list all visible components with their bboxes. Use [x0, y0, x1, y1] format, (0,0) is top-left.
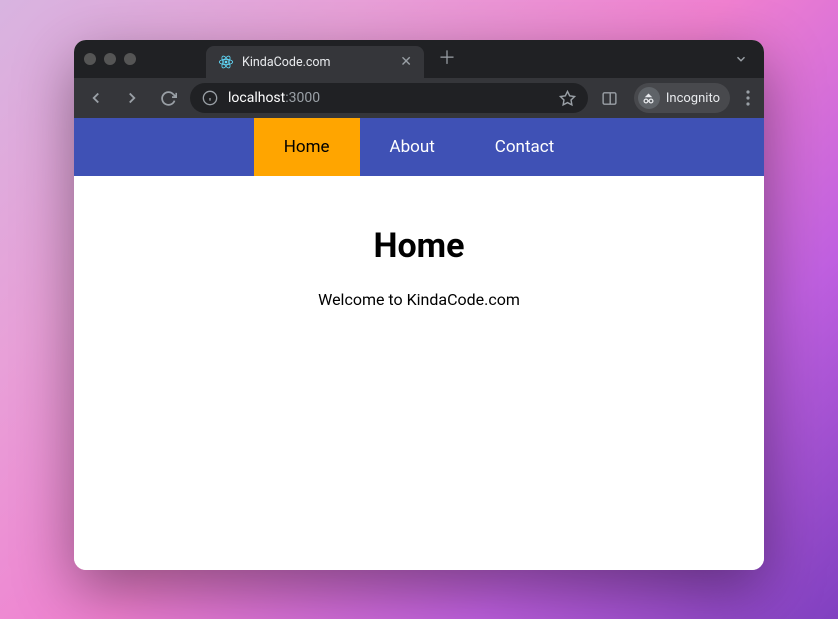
browser-window: KindaCode.com ✕ ＋ localhost:3000: [74, 40, 764, 570]
react-favicon-icon: [218, 54, 234, 70]
nav-item-contact[interactable]: Contact: [465, 118, 584, 176]
incognito-icon: [638, 87, 660, 109]
incognito-label: Incognito: [666, 91, 720, 106]
page-body: Home Welcome to KindaCode.com: [74, 176, 764, 570]
nav-item-home[interactable]: Home: [254, 118, 360, 176]
url-text: localhost:3000: [228, 90, 549, 106]
page-title: Home: [74, 226, 764, 266]
tab-dropdown-icon[interactable]: [734, 52, 754, 66]
incognito-badge[interactable]: Incognito: [634, 83, 730, 113]
back-button[interactable]: [82, 84, 110, 112]
page-viewport: Home About Contact Home Welcome to Kinda…: [74, 118, 764, 570]
browser-toolbar: localhost:3000 Incognito: [74, 78, 764, 118]
site-info-icon[interactable]: [202, 90, 218, 106]
toolbar-right: Incognito: [596, 83, 756, 113]
panel-icon[interactable]: [596, 84, 624, 112]
browser-tab[interactable]: KindaCode.com ✕: [206, 46, 424, 78]
window-minimize-button[interactable]: [104, 53, 116, 65]
forward-button[interactable]: [118, 84, 146, 112]
address-bar[interactable]: localhost:3000: [190, 83, 588, 113]
url-host: localhost: [228, 90, 285, 106]
url-port: :3000: [285, 90, 320, 106]
tab-bar: KindaCode.com ✕ ＋: [74, 40, 764, 78]
nav-item-about[interactable]: About: [360, 118, 465, 176]
window-close-button[interactable]: [84, 53, 96, 65]
welcome-text: Welcome to KindaCode.com: [74, 290, 764, 309]
new-tab-button[interactable]: ＋: [438, 50, 456, 68]
tab-close-icon[interactable]: ✕: [400, 55, 412, 69]
menu-dots-icon[interactable]: [740, 90, 756, 106]
tab-title: KindaCode.com: [242, 55, 392, 70]
reload-button[interactable]: [154, 84, 182, 112]
site-navbar: Home About Contact: [74, 118, 764, 176]
bookmark-star-icon[interactable]: [559, 90, 576, 107]
window-controls: [84, 53, 136, 65]
window-maximize-button[interactable]: [124, 53, 136, 65]
